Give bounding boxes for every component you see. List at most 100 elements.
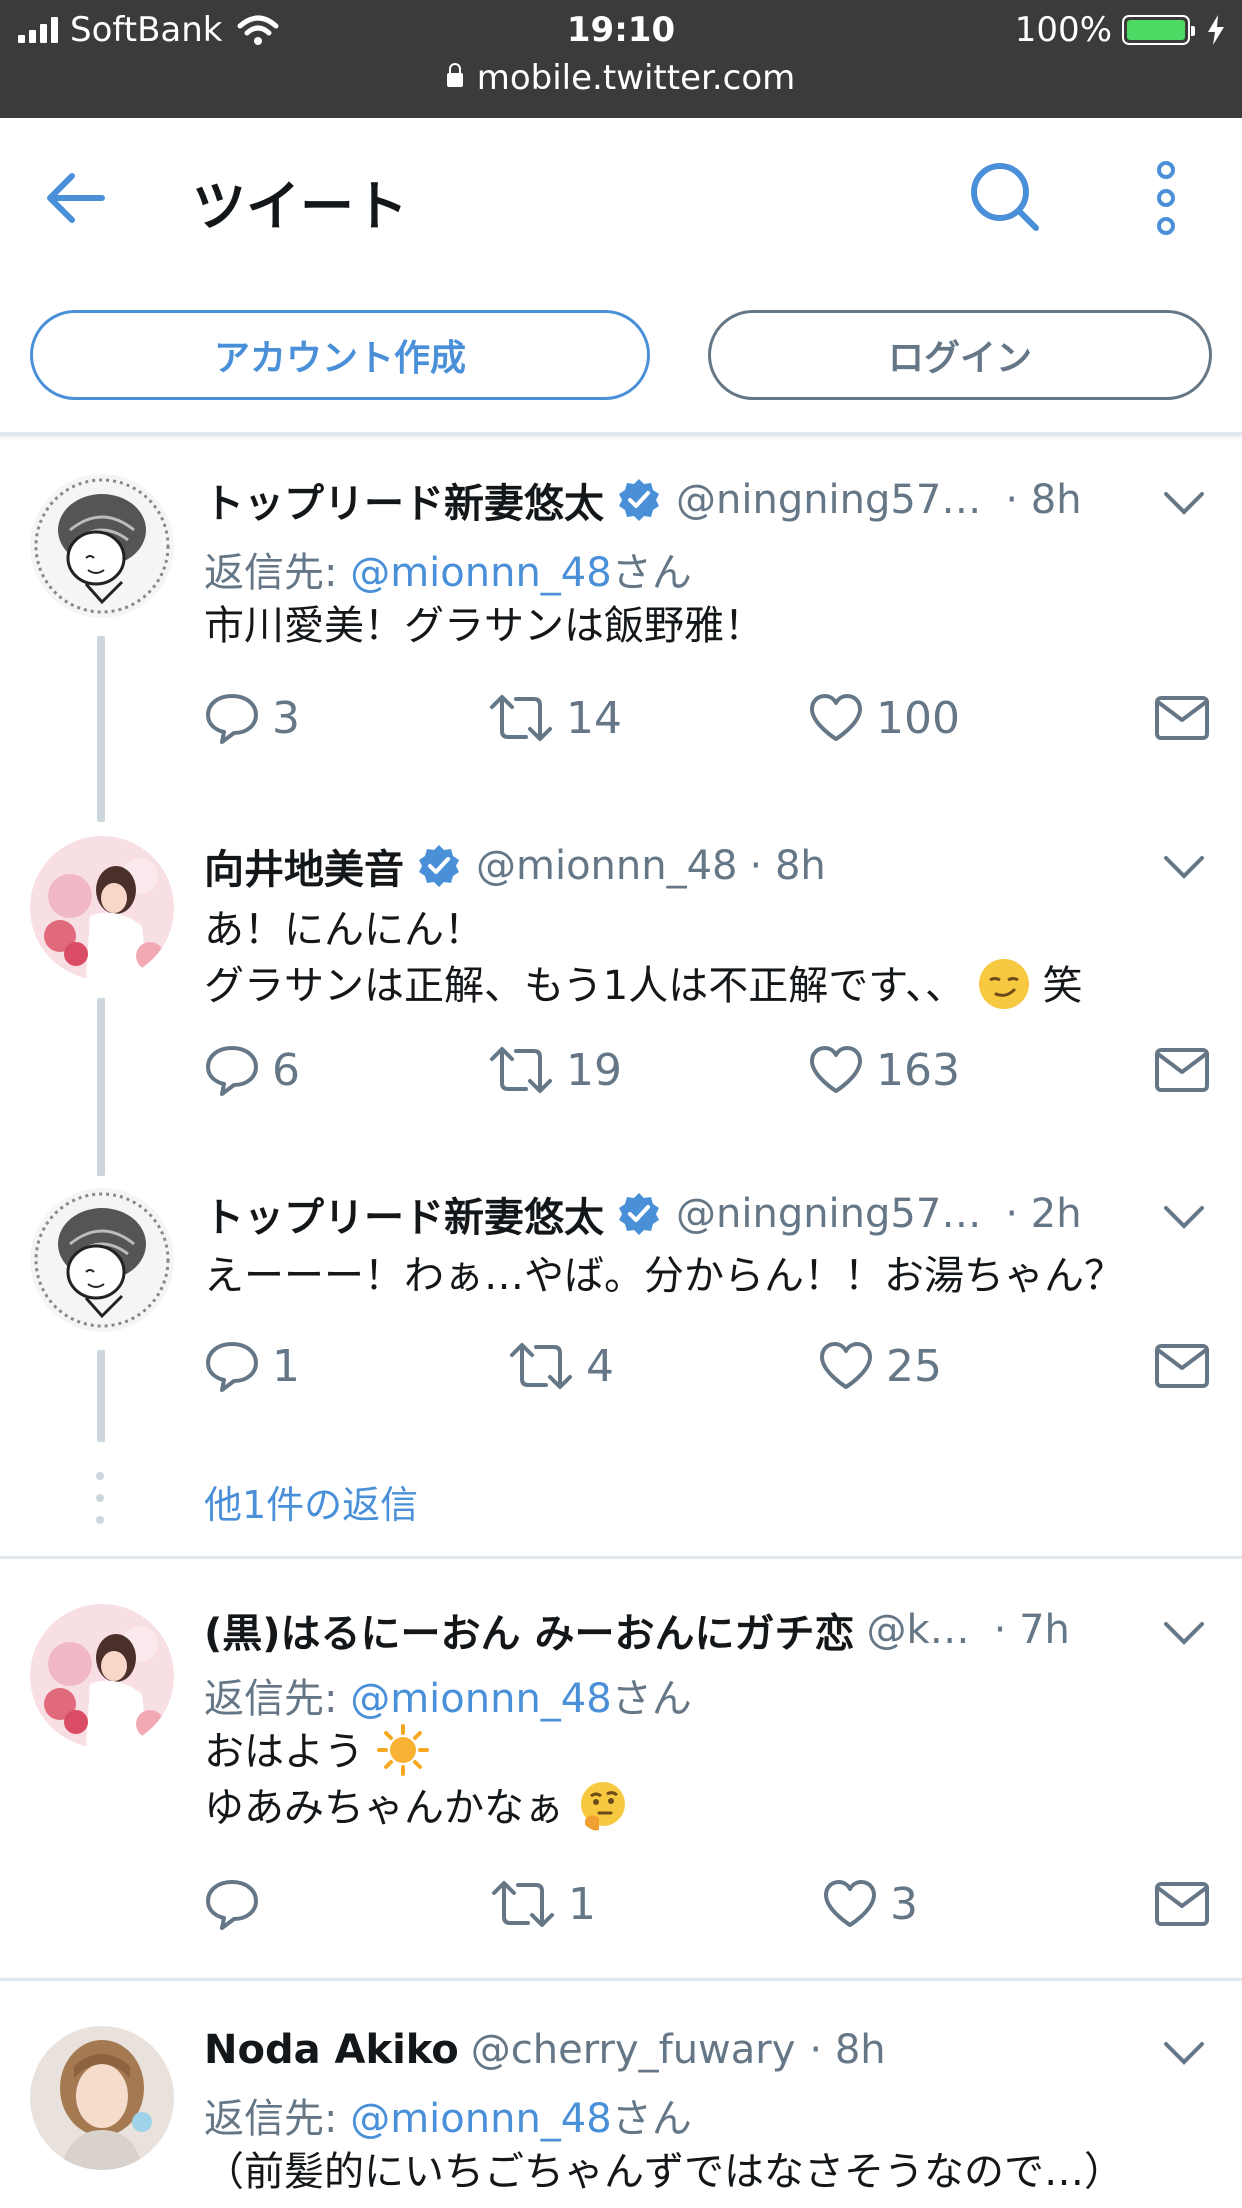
like-count: 25 <box>886 1340 942 1392</box>
tweet-text-suffix: 笑 <box>1042 963 1083 1009</box>
user-handle[interactable]: @cherry_fuwary <box>471 2027 796 2073</box>
back-arrow-icon[interactable] <box>40 168 110 228</box>
tweet-text: （前髪的にいちごちゃんずではなさそうなので…） <box>204 2149 1124 2195</box>
reply-button[interactable] <box>204 1874 272 1934</box>
mail-icon <box>1155 1882 1209 1926</box>
reply-prefix: 返信先: <box>204 1676 351 1722</box>
reply-icon <box>206 1880 258 1930</box>
like-button[interactable]: 3 <box>822 1874 918 1934</box>
heart-icon <box>810 694 862 741</box>
thread-dots <box>96 1472 106 1538</box>
reply-to: 返信先: @mionnn_48さん <box>204 1666 692 1724</box>
url-bar[interactable]: mobile.twitter.com <box>0 58 1242 104</box>
retweet-icon <box>490 695 552 741</box>
tweet-text-line2: グラサンは正解、もう1人は不正解です、、 笑 <box>204 958 1083 1014</box>
thread-line <box>97 636 105 822</box>
heart-icon <box>824 1880 876 1927</box>
thinking-emoji-icon <box>580 1782 625 1831</box>
reply-mention[interactable]: @mionnn_48 <box>350 2096 612 2142</box>
reply-mention[interactable]: @mionnn_48 <box>350 550 612 596</box>
verified-badge-icon <box>619 479 659 521</box>
share-button[interactable] <box>1154 1040 1222 1100</box>
tweet-time[interactable]: · 7h <box>994 1607 1070 1653</box>
auth-buttons: アカウント作成 ログイン <box>0 310 1242 402</box>
reply-to: 返信先: @mionnn_48さん <box>204 540 692 598</box>
tweet-text-main: おはよう <box>204 1729 364 1775</box>
like-button[interactable]: 100 <box>808 688 960 748</box>
tweet-time[interactable]: · 8h <box>1005 477 1081 523</box>
tweet-time[interactable]: · 2h <box>1005 1191 1081 1237</box>
user-handle[interactable]: @k… <box>867 1607 970 1653</box>
tweet-header: (黒)はるにーおん みーおんにガチ恋 @k… · 7h <box>204 1602 1070 1658</box>
header-divider <box>0 432 1242 436</box>
chevron-down-icon[interactable] <box>1162 852 1206 882</box>
reply-suffix: さん <box>611 1676 692 1722</box>
sun-emoji-icon <box>376 1724 429 1776</box>
share-button[interactable] <box>1154 1336 1222 1396</box>
reply-icon <box>206 1342 258 1392</box>
page-title: ツイート <box>192 175 408 238</box>
thread-line <box>97 998 105 1176</box>
display-name[interactable]: トップリード新妻悠太 <box>204 471 604 529</box>
display-name[interactable]: トップリード新妻悠太 <box>204 1185 604 1243</box>
chevron-down-icon[interactable] <box>1162 1618 1206 1648</box>
user-handle[interactable]: @mionnn_48 <box>476 843 738 889</box>
charging-icon <box>1208 15 1224 45</box>
battery-percent: 100% <box>1014 10 1112 50</box>
reply-icon <box>206 694 258 744</box>
share-button[interactable] <box>1154 1874 1222 1934</box>
retweet-button[interactable]: 19 <box>488 1040 622 1100</box>
tweet-text: えーーー！わぁ…やば。分からん！！お湯ちゃん？ <box>204 1253 1124 1299</box>
reply-button[interactable]: 1 <box>204 1336 300 1396</box>
chevron-down-icon[interactable] <box>1162 488 1206 518</box>
like-button[interactable]: 163 <box>808 1040 960 1100</box>
retweet-count: 1 <box>568 1878 596 1930</box>
tweet-time[interactable]: · 8h <box>809 2027 885 2073</box>
avatar[interactable] <box>30 836 174 980</box>
tweet-actions: 6 19 163 <box>204 1040 1214 1100</box>
tweet-time[interactable]: · 8h <box>750 843 826 889</box>
retweet-button[interactable]: 1 <box>490 1874 596 1934</box>
reply-mention[interactable]: @mionnn_48 <box>350 1676 612 1722</box>
mail-icon <box>1155 696 1209 740</box>
chevron-down-icon[interactable] <box>1162 1202 1206 1232</box>
reply-prefix: 返信先: <box>204 550 351 596</box>
reply-button[interactable]: 6 <box>204 1040 300 1100</box>
like-count: 3 <box>890 1878 918 1930</box>
battery-icon <box>1122 15 1195 45</box>
create-account-button[interactable]: アカウント作成 <box>30 310 650 400</box>
reply-count: 3 <box>272 692 300 744</box>
avatar[interactable] <box>30 1188 174 1332</box>
avatar[interactable] <box>30 474 174 618</box>
display-name[interactable]: 向井地美音 <box>204 837 404 895</box>
display-name[interactable]: (黒)はるにーおん みーおんにガチ恋 <box>204 1601 855 1659</box>
chevron-down-icon[interactable] <box>1162 2038 1206 2068</box>
more-options-icon[interactable] <box>1146 158 1186 238</box>
avatar[interactable] <box>30 2026 174 2170</box>
battery-status: 100% <box>1015 10 1226 50</box>
retweet-icon <box>510 1343 572 1389</box>
lock-icon <box>446 63 463 87</box>
tweet-text-main: ゆあみちゃんかなぁ <box>204 1785 564 1831</box>
verified-badge-icon <box>419 845 459 887</box>
avatar[interactable] <box>30 1604 174 1748</box>
retweet-icon <box>492 1881 554 1927</box>
like-button[interactable]: 25 <box>818 1336 942 1396</box>
page-header: ツイート <box>0 118 1242 278</box>
retweet-button[interactable]: 14 <box>488 688 622 748</box>
tweet-text-main: グラサンは正解、もう1人は不正解です、、 <box>204 963 966 1009</box>
retweet-count: 14 <box>566 692 622 744</box>
reply-suffix: さん <box>611 2096 692 2142</box>
tweet-actions: 3 14 100 <box>204 688 1214 748</box>
more-replies-link[interactable]: 他1件の返信 <box>204 1474 418 1529</box>
thread-separator <box>0 1556 1242 1559</box>
retweet-button[interactable]: 4 <box>508 1336 614 1396</box>
user-handle[interactable]: @ningning57… <box>676 477 981 523</box>
login-button[interactable]: ログイン <box>708 310 1212 400</box>
display-name[interactable]: Noda Akiko <box>204 2027 459 2073</box>
reply-button[interactable]: 3 <box>204 688 300 748</box>
share-button[interactable] <box>1154 688 1222 748</box>
search-icon[interactable] <box>966 158 1046 238</box>
user-handle[interactable]: @ningning57… <box>676 1191 981 1237</box>
url-text: mobile.twitter.com <box>476 58 796 98</box>
